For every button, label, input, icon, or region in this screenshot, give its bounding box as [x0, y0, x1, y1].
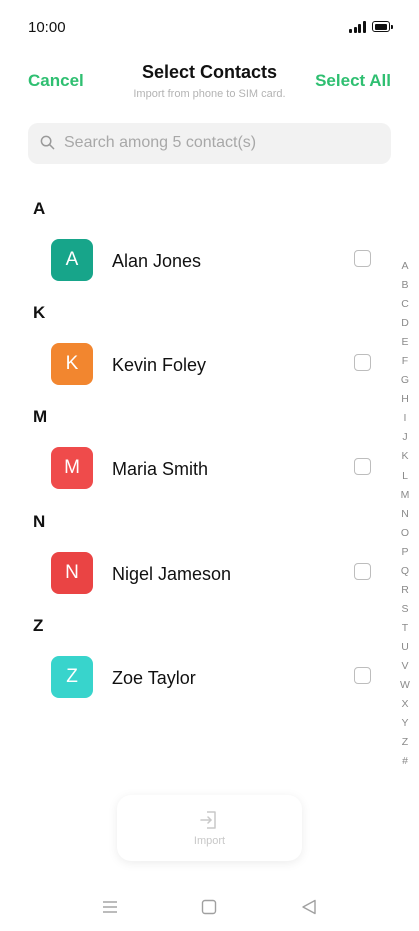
contact-checkbox[interactable]: [354, 458, 371, 475]
menu-icon[interactable]: [100, 897, 120, 917]
alphabet-index-item[interactable]: S: [396, 600, 414, 619]
section-letter-k: K: [33, 303, 46, 322]
alphabet-index-item[interactable]: Q: [396, 562, 414, 581]
alphabet-index-item[interactable]: U: [396, 638, 414, 657]
alphabet-index-item[interactable]: #: [396, 752, 414, 771]
avatar-initial: M: [64, 457, 80, 478]
home-icon[interactable]: [199, 897, 219, 917]
avatar: M: [51, 447, 93, 489]
search-icon: [40, 135, 55, 150]
alphabet-index-item[interactable]: C: [396, 295, 414, 314]
contact-checkbox[interactable]: [354, 563, 371, 580]
alphabet-index-item[interactable]: O: [396, 524, 414, 543]
avatar-initial: Z: [66, 666, 78, 687]
battery-icon: [372, 21, 393, 32]
alphabet-index-item[interactable]: P: [396, 543, 414, 562]
alphabet-index-item[interactable]: Y: [396, 714, 414, 733]
search-placeholder: Search among 5 contact(s): [64, 134, 257, 151]
alphabet-index-item[interactable]: Z: [396, 733, 414, 752]
status-bar: 10:00: [0, 0, 419, 56]
alphabet-index-item[interactable]: L: [396, 467, 414, 486]
alphabet-index-item[interactable]: T: [396, 619, 414, 638]
section-letter-m: M: [33, 407, 48, 426]
avatar: Z: [51, 656, 93, 698]
alphabet-index-item[interactable]: W: [396, 676, 414, 695]
alphabet-index-item[interactable]: F: [396, 352, 414, 371]
avatar: A: [51, 239, 93, 281]
contact-name: Kevin Foley: [112, 355, 207, 375]
alphabet-index-item[interactable]: D: [396, 314, 414, 333]
contact-row-alan-jones[interactable]: A Alan Jones: [0, 230, 395, 290]
section-letter-z: Z: [33, 616, 44, 635]
signal-icon: [349, 21, 367, 33]
navigation-bar: [0, 885, 419, 931]
alphabet-index-item[interactable]: E: [396, 333, 414, 352]
section-letter-n: N: [33, 512, 46, 531]
contact-checkbox[interactable]: [354, 667, 371, 684]
avatar: K: [51, 343, 93, 385]
contact-row-nigel-jameson[interactable]: N Nigel Jameson: [0, 543, 395, 603]
import-label: Import: [193, 835, 226, 847]
alphabet-index-item[interactable]: H: [396, 390, 414, 409]
alphabet-index-item[interactable]: J: [396, 428, 414, 447]
alphabet-index-item[interactable]: B: [396, 276, 414, 295]
contact-row-maria-smith[interactable]: M Maria Smith: [0, 438, 395, 498]
contact-row-zoe-taylor[interactable]: Z Zoe Taylor: [0, 647, 395, 707]
avatar-initial: A: [65, 249, 79, 270]
header: Cancel Select Contacts Import from phone…: [0, 56, 419, 108]
import-icon: [200, 811, 216, 829]
select-all-button[interactable]: Select All: [315, 71, 391, 91]
contact-row-kevin-foley[interactable]: K Kevin Foley: [0, 334, 395, 394]
status-time: 10:00: [28, 19, 66, 36]
contact-checkbox[interactable]: [354, 354, 371, 371]
alphabet-index-item[interactable]: A: [396, 257, 414, 276]
contact-name: Zoe Taylor: [112, 668, 196, 688]
alphabet-index-item[interactable]: M: [396, 486, 414, 505]
contact-checkbox[interactable]: [354, 250, 371, 267]
contact-name: Alan Jones: [112, 251, 202, 271]
alphabet-index-item[interactable]: N: [396, 505, 414, 524]
alphabet-index-item[interactable]: G: [396, 371, 414, 390]
contact-name: Maria Smith: [112, 459, 209, 479]
section-letter-a: A: [33, 199, 46, 218]
alphabet-index-item[interactable]: V: [396, 657, 414, 676]
avatar-initial: N: [65, 562, 79, 583]
search-input[interactable]: Search among 5 contact(s): [28, 123, 391, 164]
avatar-initial: K: [65, 353, 79, 374]
contact-name: Nigel Jameson: [112, 564, 232, 584]
back-icon[interactable]: [299, 897, 319, 917]
alphabet-index[interactable]: A B C D E F G H I J K L M N O P Q R S T U V W X Y Z #: [396, 257, 414, 771]
alphabet-index-item[interactable]: I: [396, 409, 414, 428]
alphabet-index-item[interactable]: K: [396, 447, 414, 466]
avatar: N: [51, 552, 93, 594]
alphabet-index-item[interactable]: X: [396, 695, 414, 714]
alphabet-index-item[interactable]: R: [396, 581, 414, 600]
